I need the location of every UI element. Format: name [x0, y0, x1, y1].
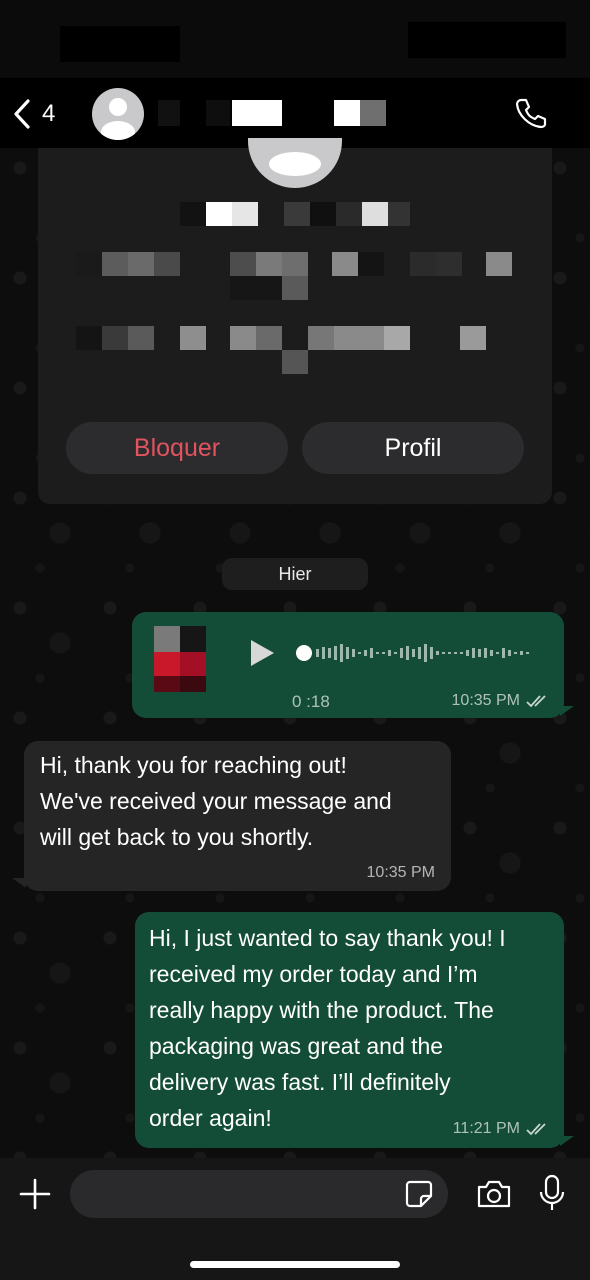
status-redaction-right: [408, 22, 566, 58]
profile-button-label: Profil: [384, 433, 442, 462]
outgoing-message-bubble[interactable]: Hi, I just wanted to say thank you! I re…: [135, 912, 564, 1148]
outgoing-bubble-tail: [560, 1136, 574, 1146]
play-icon[interactable]: [248, 638, 276, 668]
incoming-message-text: Hi, thank you for reaching out! We've re…: [40, 752, 392, 850]
block-button[interactable]: Bloquer: [66, 422, 288, 474]
sticker-icon[interactable]: [404, 1179, 434, 1209]
phone-icon[interactable]: [514, 96, 548, 130]
voice-duration-text: 0 :18: [292, 692, 330, 711]
microphone-icon[interactable]: [538, 1174, 566, 1212]
contact-avatar[interactable]: [92, 88, 144, 140]
voice-bubble-tail: [560, 706, 574, 716]
back-button[interactable]: 4: [12, 96, 72, 132]
message-compose-bar: [0, 1158, 590, 1280]
card-redacted-line-2: [76, 326, 514, 376]
home-indicator: [190, 1261, 400, 1268]
camera-icon[interactable]: [476, 1179, 512, 1209]
double-check-icon: [526, 695, 546, 708]
date-separator-label: Hier: [278, 563, 312, 584]
voice-waveform[interactable]: [294, 638, 534, 668]
double-check-icon: [526, 1123, 546, 1136]
incoming-timestamp: 10:35 PM: [367, 864, 435, 882]
incoming-message-bubble[interactable]: Hi, thank you for reaching out! We've re…: [24, 741, 451, 891]
card-avatar-icon: [269, 152, 321, 176]
outgoing-timestamp: 11:21 PM: [453, 1120, 550, 1138]
block-button-label: Bloquer: [133, 433, 221, 462]
status-redaction-left: [60, 26, 180, 62]
contact-info-card: Bloquer Profil: [38, 138, 552, 504]
card-avatar: [248, 138, 342, 188]
outgoing-time-text: 11:21 PM: [452, 1120, 520, 1137]
avatar-icon: [101, 98, 135, 140]
date-separator: Hier: [222, 558, 368, 590]
profile-button[interactable]: Profil: [302, 422, 524, 474]
contact-name-redacted[interactable]: [158, 100, 388, 126]
card-redacted-line-1: [76, 252, 514, 300]
voice-message-bubble[interactable]: 0 :18 10:35 PM: [132, 612, 564, 718]
unread-count: 4: [42, 100, 56, 127]
voice-time-text: 10:35 PM: [451, 692, 520, 709]
voice-sender-thumbnail: [154, 626, 206, 692]
outgoing-message-text: Hi, I just wanted to say thank you! I re…: [149, 925, 506, 1131]
message-input[interactable]: [70, 1170, 448, 1218]
incoming-bubble-tail: [12, 878, 26, 888]
voice-duration: 0 :18: [292, 692, 330, 712]
card-redacted-name: [180, 202, 410, 252]
voice-timestamp: 10:35 PM: [452, 692, 550, 710]
plus-icon[interactable]: [18, 1177, 52, 1211]
back-chevron-icon: [14, 99, 30, 129]
incoming-time-text: 10:35 PM: [366, 864, 435, 881]
